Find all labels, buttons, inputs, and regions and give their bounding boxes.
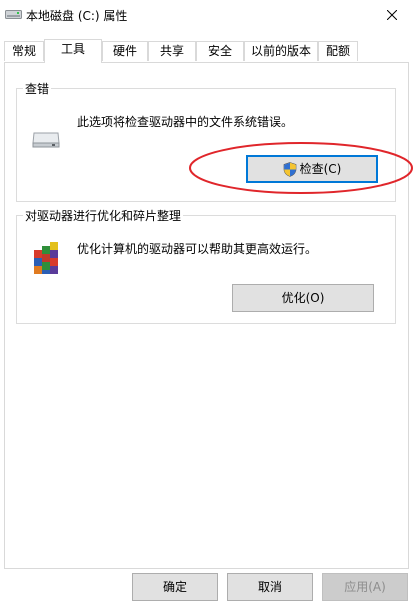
error-check-description: 此选项将检查驱动器中的文件系统错误。 — [77, 115, 294, 129]
tab-general[interactable]: 常规 — [4, 41, 44, 61]
tools-panel: 查错 此选项将检查驱动器中的文件系统错误。 检查(C) 对驱动器进行优化和碎片整… — [4, 62, 409, 569]
error-check-group-title: 查错 — [23, 80, 52, 97]
ok-button[interactable]: 确定 — [132, 573, 218, 601]
optimize-button[interactable]: 优化(O) — [232, 284, 374, 312]
tab-tools[interactable]: 工具 — [44, 39, 102, 63]
optimize-group: 对驱动器进行优化和碎片整理 优化计算机的驱动器可以帮助其更高效运行。 优化(O) — [16, 207, 396, 324]
check-button[interactable]: 检查(C) — [246, 155, 378, 183]
tab-hardware[interactable]: 硬件 — [102, 41, 148, 61]
error-check-group: 查错 此选项将检查驱动器中的文件系统错误。 检查(C) — [16, 80, 396, 202]
optimize-group-title: 对驱动器进行优化和碎片整理 — [23, 207, 184, 224]
drive-icon — [5, 9, 22, 20]
tab-quota[interactable]: 配额 — [318, 41, 358, 61]
uac-shield-icon — [283, 161, 296, 177]
tab-sharing[interactable]: 共享 — [148, 41, 196, 61]
tab-previous-versions[interactable]: 以前的版本 — [244, 41, 318, 61]
close-button[interactable] — [369, 0, 415, 30]
apply-button[interactable]: 应用(A) — [322, 573, 408, 601]
window-title: 本地磁盘 (C:) 属性 — [26, 9, 128, 23]
cancel-button[interactable]: 取消 — [227, 573, 313, 601]
drive-icon — [31, 129, 61, 152]
optimize-description: 优化计算机的驱动器可以帮助其更高效运行。 — [77, 242, 318, 256]
close-icon — [387, 10, 397, 20]
tab-security[interactable]: 安全 — [196, 41, 244, 61]
title-bar: 本地磁盘 (C:) 属性 — [0, 0, 415, 30]
check-button-label: 检查(C) — [299, 162, 342, 176]
defrag-icon — [31, 240, 63, 279]
